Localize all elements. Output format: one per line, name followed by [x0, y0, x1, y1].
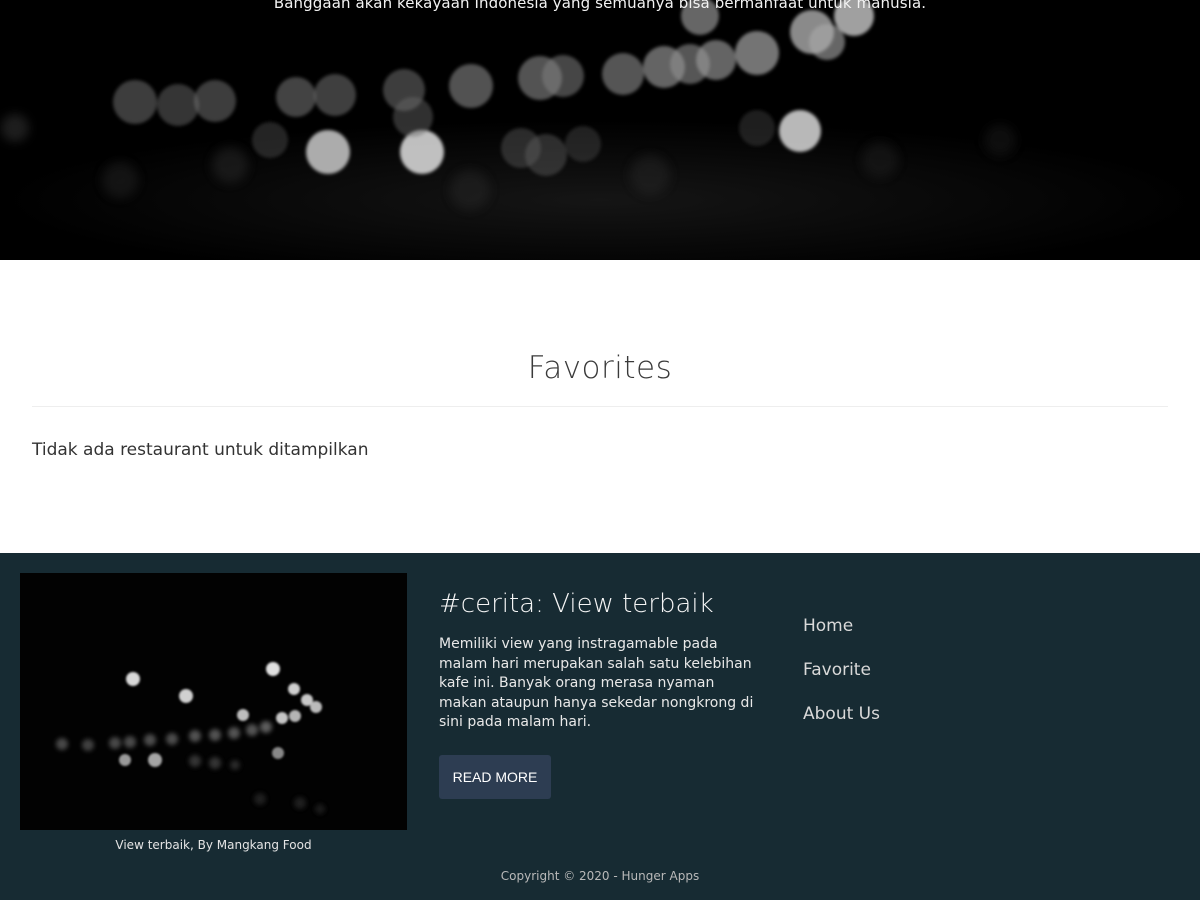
footer-nav-about-us[interactable]: About Us [803, 703, 880, 726]
story-title: #cerita: View terbaik [439, 589, 714, 619]
footer-story-image [20, 573, 407, 830]
hero-bokeh-image [0, 0, 1200, 260]
hero-banner: Banggaan akan kekayaan Indonesia yang se… [0, 0, 1200, 260]
footer-nav-favorite[interactable]: Favorite [803, 659, 880, 682]
story-body: Memiliki view yang instragamable pada ma… [439, 636, 754, 730]
read-more-button[interactable]: READ MORE [439, 755, 551, 799]
footer-nav-home[interactable]: Home [803, 615, 880, 638]
photo-caption: View terbaik, By Mangkang Food [115, 838, 312, 852]
favorites-divider [32, 406, 1168, 407]
footer-nav: Home Favorite About Us [803, 615, 880, 747]
copyright-text: Copyright © 2020 - Hunger Apps [500, 869, 700, 883]
site-footer: View terbaik, By Mangkang Food #cerita: … [0, 553, 1200, 900]
hero-tagline: Banggaan akan kekayaan Indonesia yang se… [273, 0, 927, 12]
empty-favorites-message: Tidak ada restaurant untuk ditampilkan [32, 440, 369, 460]
favorites-heading: Favorites [527, 350, 673, 386]
